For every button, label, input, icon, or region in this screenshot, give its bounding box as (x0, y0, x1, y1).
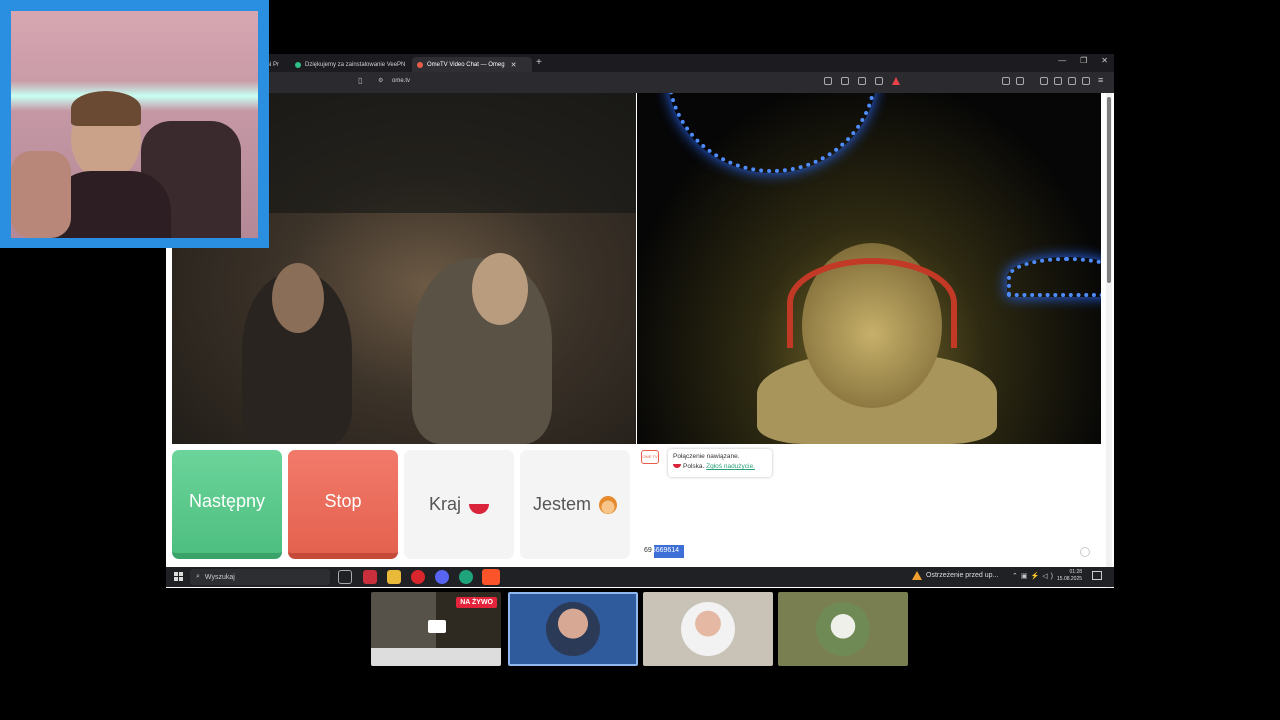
chat-input-text: 696669614 (644, 547, 679, 554)
person-head (472, 253, 528, 325)
thumb-screen-ui (371, 648, 501, 666)
streamer-webcam (0, 0, 269, 248)
windows-taskbar: ⌕ Wyszukaj Ostrzeżenie przed up... ⌃▣⚡◁)… (166, 567, 1114, 587)
url-input[interactable]: ome.tv (392, 78, 410, 84)
chat-panel: OME TV Połączenie nawiązane. Polska. Zgł… (638, 445, 1100, 565)
file-explorer-icon[interactable] (387, 570, 401, 584)
brave-icon[interactable] (482, 569, 500, 585)
taskbar-clock[interactable]: 01:28 15.08.2025 (1057, 569, 1082, 583)
emoji-button[interactable] (1080, 547, 1090, 557)
warning-text: Ostrzeżenie przed up... (926, 572, 999, 579)
avatar (546, 602, 600, 656)
input-selected-text: 6669614 (651, 547, 680, 554)
wallet-icon[interactable] (1054, 77, 1062, 85)
warning-icon (912, 571, 922, 580)
participant-tile[interactable] (778, 592, 908, 666)
participant-tile[interactable] (643, 592, 773, 666)
clock-time: 01:28 (1069, 569, 1083, 575)
poland-flag-icon (469, 503, 489, 514)
screenshot-icon[interactable] (1016, 77, 1024, 85)
tab-veepn[interactable]: Dziękujemy za zainstalowanie VeePN (290, 57, 408, 72)
input-prefix: 69 (644, 547, 652, 554)
chat-input[interactable]: 696669614 (642, 543, 1082, 559)
menu-icon[interactable]: ≡ (1098, 75, 1103, 85)
translate-icon[interactable] (841, 77, 849, 85)
next-button[interactable]: Następny (172, 450, 282, 559)
close-tab-icon[interactable]: ✕ (511, 61, 517, 69)
search-icon: ⌕ (196, 573, 200, 580)
window-controls: — ❐ ✕ (1058, 56, 1108, 65)
site-info-icon[interactable]: ⚙ (378, 77, 383, 84)
led-strip (1007, 257, 1101, 297)
streamer-hair (71, 91, 141, 126)
report-abuse-link[interactable]: Zgłoś nadużycie. (706, 463, 755, 470)
new-tab-button[interactable]: + (536, 57, 542, 69)
tab-label: Dziękujemy za zainstalowanie VeePN (305, 61, 406, 68)
shield-icon[interactable] (875, 77, 883, 85)
windows-start-icon[interactable] (174, 572, 183, 581)
poland-flag-icon (673, 464, 681, 468)
task-view-icon[interactable] (338, 570, 352, 584)
live-badge: NA ŻYWO (456, 597, 497, 608)
restore-icon[interactable]: ❐ (1080, 56, 1087, 65)
self-video (637, 93, 1101, 444)
notifications-icon[interactable] (1092, 571, 1102, 580)
scrollbar-thumb[interactable] (1107, 97, 1111, 283)
person-head (272, 263, 324, 333)
taskbar-search[interactable]: ⌕ Wyszukaj (190, 569, 330, 585)
tab-bar: N Pr Dziękujemy za zainstalowanie VeePN … (166, 54, 1114, 72)
participant-tile[interactable] (508, 592, 638, 666)
bookmark-icon[interactable]: ▯ (358, 76, 362, 85)
sidebar-icon[interactable] (1040, 77, 1048, 85)
system-tray[interactable]: ⌃▣⚡◁) (1012, 572, 1056, 580)
boy-emoji-icon (599, 495, 618, 514)
vpn-icon[interactable] (1082, 77, 1090, 85)
edge-icon[interactable] (459, 570, 473, 584)
stream-layout: N Pr Dziękujemy za zainstalowanie VeePN … (0, 0, 1280, 720)
gender-button[interactable]: Jestem (520, 450, 630, 559)
avatar (816, 602, 870, 656)
webcam-feed (11, 11, 258, 238)
close-window-icon[interactable]: ✕ (1101, 56, 1108, 65)
update-warning[interactable]: Ostrzeżenie przed up... (912, 571, 998, 580)
country-line: Polska. Zgłoś nadużycie. (673, 462, 767, 472)
extensions-icon[interactable] (1002, 77, 1010, 85)
next-label: Następny (188, 491, 266, 511)
led-strip (667, 93, 877, 173)
tab-ometv[interactable]: OmeTV Video Chat — Omeg ✕ (412, 57, 532, 72)
vpn-warning-icon[interactable] (892, 77, 900, 85)
ometv-logo-icon: OME TV (641, 450, 659, 464)
screen-icon[interactable] (824, 77, 832, 85)
country-name: Polska. (683, 463, 705, 470)
mcafee-icon[interactable] (363, 570, 377, 584)
share-icon[interactable] (858, 77, 866, 85)
leo-icon[interactable] (1068, 77, 1076, 85)
screen-share-icon (428, 620, 446, 633)
headphones (787, 258, 957, 348)
stop-button[interactable]: Stop (288, 450, 398, 559)
page-content: Następny Stop Kraj Jestem OME TV Połącze… (166, 93, 1114, 588)
minimize-icon[interactable]: — (1058, 56, 1066, 65)
participant-screen-share[interactable]: NA ŻYWO (371, 592, 501, 666)
opera-icon[interactable] (411, 570, 425, 584)
discord-icon[interactable] (435, 570, 449, 584)
streamer-arm (11, 151, 71, 238)
veepn-shield-icon (295, 61, 301, 68)
gender-label: Jestem (532, 494, 592, 514)
tab-label: OmeTV Video Chat — Omeg (427, 61, 505, 68)
country-label: Kraj (428, 494, 461, 514)
browser-window: N Pr Dziękujemy za zainstalowanie VeePN … (166, 54, 1114, 588)
search-placeholder: Wyszukaj (204, 573, 235, 581)
address-bar: ▯ ⚙ ome.tv ≡ (166, 72, 1114, 93)
stop-label: Stop (324, 491, 362, 511)
system-message: Połączenie nawiązane. Polska. Zgłoś nadu… (668, 449, 772, 477)
ometv-favicon-icon (417, 61, 423, 68)
country-button[interactable]: Kraj (404, 450, 514, 559)
clock-date: 15.08.2025 (1057, 576, 1083, 582)
avatar (681, 602, 735, 656)
connection-status: Połączenie nawiązane. (673, 453, 740, 460)
